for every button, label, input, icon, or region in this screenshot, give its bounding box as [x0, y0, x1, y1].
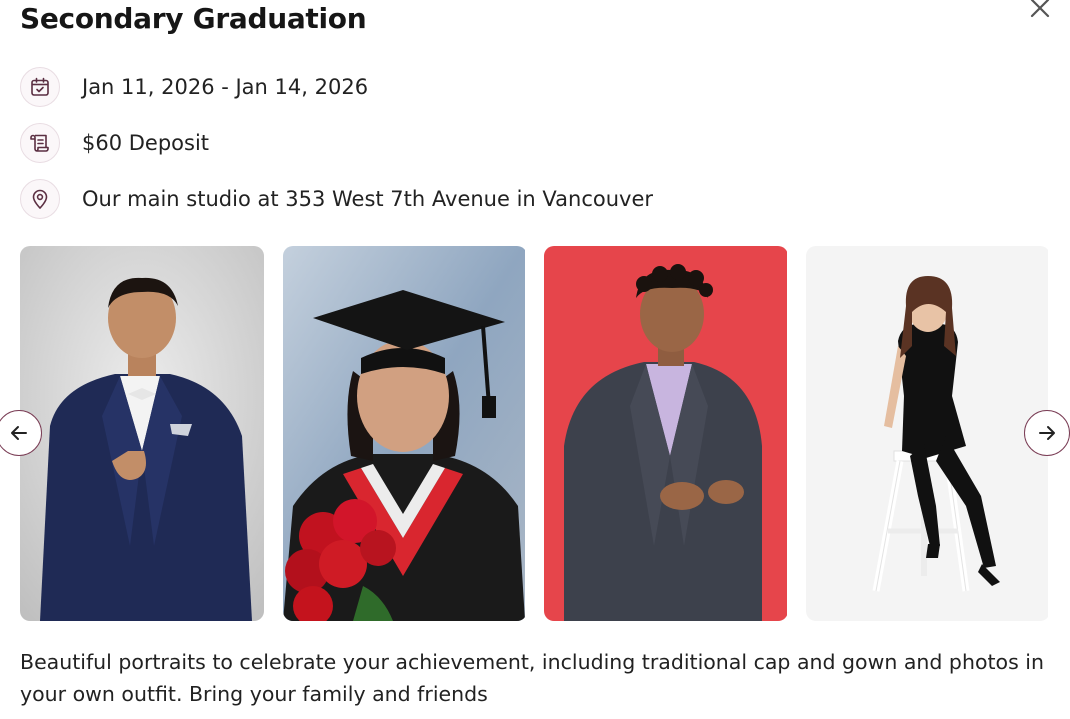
gallery-photo-4[interactable] — [806, 246, 1050, 621]
date-row: Jan 11, 2026 - Jan 14, 2026 — [20, 67, 368, 107]
deposit-text: $60 Deposit — [82, 131, 210, 155]
date-text: Jan 11, 2026 - Jan 14, 2026 — [82, 75, 369, 99]
photo-carousel — [0, 246, 1070, 622]
calendar-icon — [20, 67, 60, 107]
portrait-seated-stool-image — [806, 246, 1048, 621]
next-photo-button[interactable] — [1024, 410, 1070, 456]
receipt-icon — [20, 123, 60, 163]
location-pin-icon — [20, 179, 60, 219]
close-button[interactable] — [1024, 0, 1054, 22]
location-row: Our main studio at 353 West 7th Avenue i… — [20, 179, 653, 219]
deposit-row: $60 Deposit — [20, 123, 209, 163]
package-description: Beautiful portraits to celebrate your ac… — [20, 650, 1044, 706]
portrait-cap-gown-image — [283, 246, 525, 621]
gallery-photo-2[interactable] — [283, 246, 527, 621]
arrow-left-icon — [11, 426, 27, 440]
portrait-red-background-image — [544, 246, 787, 621]
arrow-right-icon — [1039, 426, 1055, 440]
portrait-suit-image — [20, 246, 264, 621]
modal-title: Secondary Graduation — [20, 2, 367, 35]
close-icon — [1030, 0, 1050, 18]
location-text: Our main studio at 353 West 7th Avenue i… — [82, 187, 653, 211]
gallery-photo-3[interactable] — [544, 246, 788, 621]
gallery-photo-1[interactable] — [20, 246, 264, 621]
